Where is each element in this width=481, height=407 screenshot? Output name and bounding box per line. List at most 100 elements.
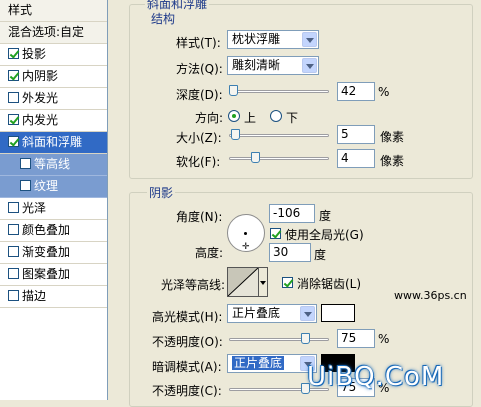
style-item[interactable]: 内阴影 xyxy=(0,66,107,88)
angle-unit: 度 xyxy=(319,209,332,223)
style-item-label: 投影 xyxy=(22,47,47,61)
style-item-checkbox[interactable] xyxy=(8,48,19,59)
soften-slider[interactable] xyxy=(229,152,329,164)
shading-title: 阴影 xyxy=(147,184,176,201)
crosshair-icon: ✛ xyxy=(242,242,250,252)
angle-input[interactable]: -106 xyxy=(269,204,315,223)
direction-up-radio[interactable] xyxy=(228,110,240,122)
shadow-opacity-label: 不透明度(C): xyxy=(152,384,222,398)
style-item-label: 外发光 xyxy=(22,91,59,105)
highlight-opacity-thumb[interactable] xyxy=(301,333,310,344)
style-item-label: 渐变叠加 xyxy=(22,245,71,259)
bevel-emboss-settings: 斜面和浮雕 结构 样式(T): 枕状浮雕 方法(Q): 雕刻清晰 深度(D): … xyxy=(109,0,481,407)
depth-slider-thumb[interactable] xyxy=(229,85,238,96)
chevron-down-icon[interactable] xyxy=(300,306,315,321)
highlight-mode-label: 高光模式(H): xyxy=(152,310,223,324)
style-item-checkbox[interactable] xyxy=(8,114,19,125)
style-item-label: 描边 xyxy=(22,289,47,303)
chevron-down-icon[interactable] xyxy=(302,58,317,73)
style-item[interactable]: 颜色叠加 xyxy=(0,220,107,242)
depth-unit: % xyxy=(378,85,390,99)
style-item[interactable]: 外发光 xyxy=(0,88,107,110)
shadow-mode-select[interactable]: 正片叠底 xyxy=(227,354,317,373)
direction-down-radio[interactable] xyxy=(270,110,282,122)
angle-label: 角度(N): xyxy=(176,210,223,224)
direction-up-label: 上 xyxy=(244,111,257,125)
style-item-checkbox[interactable] xyxy=(8,268,19,279)
brand-watermark: UiBQ.CoM xyxy=(307,362,445,392)
global-light-label: 使用全局光(G) xyxy=(285,228,364,242)
technique-value: 雕刻清晰 xyxy=(232,58,281,72)
style-item-label: 斜面和浮雕 xyxy=(22,135,83,149)
style-item-checkbox[interactable] xyxy=(8,246,19,257)
highlight-color-swatch[interactable] xyxy=(321,304,355,322)
altitude-label: 高度: xyxy=(195,246,224,260)
chevron-down-icon xyxy=(260,281,266,285)
style-item-checkbox[interactable] xyxy=(8,70,19,81)
style-item[interactable]: 渐变叠加 xyxy=(0,242,107,264)
depth-input[interactable]: 42 xyxy=(337,82,375,101)
style-item-checkbox[interactable] xyxy=(20,180,31,191)
style-item-label: 图案叠加 xyxy=(22,267,71,281)
style-select[interactable]: 枕状浮雕 xyxy=(227,30,319,49)
altitude-input[interactable]: 30 xyxy=(269,243,311,262)
style-item-label: 内阴影 xyxy=(22,69,59,83)
depth-slider[interactable] xyxy=(229,85,329,97)
style-label: 样式(T): xyxy=(176,36,221,50)
blending-options-item[interactable]: 混合选项:自定 xyxy=(0,22,107,44)
global-light-checkbox[interactable] xyxy=(270,228,281,239)
style-item-checkbox[interactable] xyxy=(20,158,31,169)
soften-slider-thumb[interactable] xyxy=(251,152,260,163)
highlight-mode-value: 正片叠底 xyxy=(232,306,281,320)
highlight-opacity-unit: % xyxy=(378,332,390,346)
style-item-checkbox[interactable] xyxy=(8,224,19,235)
style-item-label: 颜色叠加 xyxy=(22,223,71,237)
style-item[interactable]: 等高线 xyxy=(0,154,107,176)
style-value: 枕状浮雕 xyxy=(232,32,281,46)
style-item-checkbox[interactable] xyxy=(8,92,19,103)
gloss-contour-label: 光泽等高线: xyxy=(161,278,226,292)
style-item[interactable]: 图案叠加 xyxy=(0,264,107,286)
gloss-contour-dropdown[interactable] xyxy=(259,267,268,297)
size-slider[interactable] xyxy=(229,129,329,141)
shadow-mode-label: 暗调模式(A): xyxy=(152,360,222,374)
highlight-mode-select[interactable]: 正片叠底 xyxy=(227,304,317,323)
styles-header: 样式 xyxy=(0,0,107,22)
direction-label: 方向: xyxy=(195,111,224,125)
style-item[interactable]: 描边 xyxy=(0,286,107,308)
gloss-contour-preview[interactable] xyxy=(227,267,259,297)
depth-label: 深度(D): xyxy=(176,88,223,102)
soften-label: 软化(F): xyxy=(176,155,221,169)
soften-unit: 像素 xyxy=(380,154,405,168)
style-item-label: 光泽 xyxy=(22,201,47,215)
shadow-mode-value: 正片叠底 xyxy=(232,356,285,370)
altitude-unit: 度 xyxy=(314,248,327,262)
size-slider-thumb[interactable] xyxy=(231,129,240,140)
highlight-opacity-input[interactable]: 75 xyxy=(337,329,375,348)
style-item-checkbox[interactable] xyxy=(8,202,19,213)
style-item[interactable]: 斜面和浮雕 xyxy=(0,132,107,154)
highlight-opacity-label: 不透明度(O): xyxy=(152,335,223,349)
style-item[interactable]: 投影 xyxy=(0,44,107,66)
styles-list-panel: 样式 混合选项:自定 投影内阴影外发光内发光斜面和浮雕等高线纹理光泽颜色叠加渐变… xyxy=(0,0,108,400)
size-input[interactable]: 5 xyxy=(337,125,375,144)
site-watermark: www.36ps.cn xyxy=(394,289,467,302)
style-item-label: 纹理 xyxy=(34,179,59,193)
style-item-checkbox[interactable] xyxy=(8,290,19,301)
chevron-down-icon[interactable] xyxy=(302,32,317,47)
antialias-checkbox[interactable] xyxy=(282,277,293,288)
style-item[interactable]: 纹理 xyxy=(0,176,107,198)
technique-select[interactable]: 雕刻清晰 xyxy=(227,56,319,75)
structure-title: 结构 xyxy=(149,10,178,27)
antialias-label: 消除锯齿(L) xyxy=(297,277,362,291)
size-unit: 像素 xyxy=(380,130,405,144)
style-item[interactable]: 光泽 xyxy=(0,198,107,220)
style-item-label: 内发光 xyxy=(22,113,59,127)
highlight-opacity-slider[interactable] xyxy=(229,333,329,345)
soften-input[interactable]: 4 xyxy=(337,149,375,168)
technique-label: 方法(Q): xyxy=(176,62,223,76)
style-item-checkbox[interactable] xyxy=(8,136,19,147)
size-label: 大小(Z): xyxy=(176,131,222,145)
style-item[interactable]: 内发光 xyxy=(0,110,107,132)
angle-dial[interactable]: ✛ xyxy=(227,214,265,252)
